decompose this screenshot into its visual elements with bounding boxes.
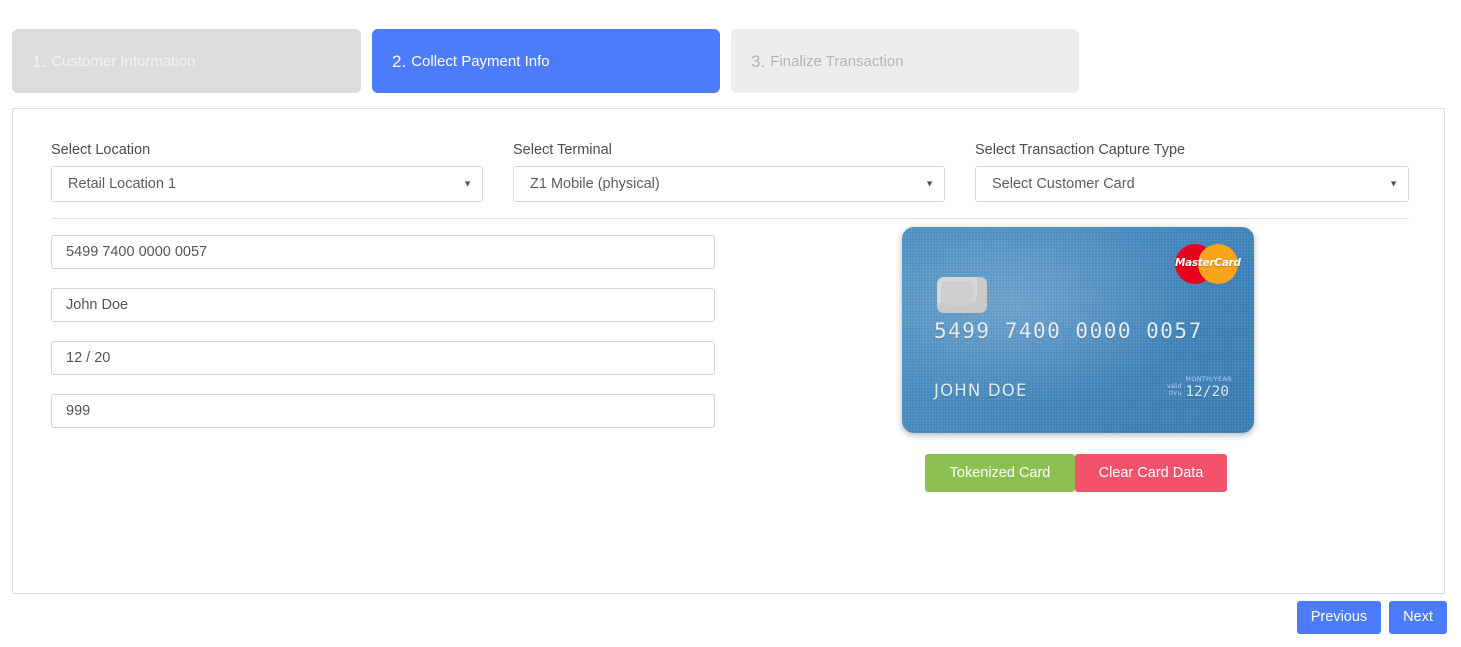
next-button[interactable]: Next [1389, 601, 1447, 634]
mastercard-logo-icon: MasterCard [1175, 244, 1241, 284]
wizard-step-finalize-transaction[interactable]: 3. Finalize Transaction [731, 29, 1079, 93]
select-capture-type-dropdown[interactable]: Select Customer Card ▼ [975, 166, 1409, 203]
wizard-step-collect-payment-info[interactable]: 2. Collect Payment Info [372, 29, 720, 93]
section-divider [51, 218, 1409, 219]
mastercard-brand-text: MasterCard [1175, 257, 1241, 269]
select-terminal-dropdown[interactable]: Z1 Mobile (physical) ▼ [513, 166, 945, 203]
select-capture-type-label: Select Transaction Capture Type [975, 142, 1186, 158]
selectors-row: Select Location Retail Location 1 ▼ Sele… [51, 142, 1409, 203]
chip-icon [937, 277, 987, 313]
select-terminal-label: Select Terminal [513, 142, 612, 158]
select-location-label: Select Location [51, 142, 151, 158]
payment-wizard-page: 1. Customer Information 2. Collect Payme… [0, 0, 1461, 647]
select-location-dropdown[interactable]: Retail Location 1 ▼ [51, 166, 483, 203]
chevron-down-icon: ▼ [925, 178, 934, 189]
step-label: Customer Information [51, 52, 196, 70]
card-action-buttons: Tokenized Card Clear Card Data [925, 454, 1227, 492]
credit-card-bottom-row: JOHN DOE valid thru MONTH/YEAR 12/20 [934, 375, 1232, 400]
step-number: 2. [392, 51, 407, 71]
select-terminal-value: Z1 Mobile (physical) [530, 176, 660, 193]
credit-card-valid-thru-label: valid thru [1166, 383, 1182, 397]
credit-card-holder-name: JOHN DOE [934, 381, 1028, 400]
chevron-down-icon: ▼ [463, 178, 472, 189]
card-number-input[interactable] [51, 235, 715, 269]
chevron-down-icon: ▼ [1389, 178, 1398, 189]
tokenized-card-button[interactable]: Tokenized Card [925, 454, 1075, 492]
wizard-step-customer-information[interactable]: 1. Customer Information [12, 29, 361, 93]
clear-card-data-button[interactable]: Clear Card Data [1075, 454, 1227, 492]
credit-card-expiry-value: 12/20 [1185, 384, 1229, 400]
select-location-value: Retail Location 1 [68, 176, 177, 193]
credit-card-month-year-label: MONTH/YEAR [1185, 375, 1232, 383]
step-label: Collect Payment Info [411, 52, 550, 70]
card-cvc-input[interactable] [51, 394, 715, 428]
field-select-location: Select Location Retail Location 1 ▼ [51, 142, 483, 203]
field-select-terminal: Select Terminal Z1 Mobile (physical) ▼ [513, 142, 945, 203]
field-select-capture-type: Select Transaction Capture Type Select C… [975, 142, 1409, 203]
previous-button[interactable]: Previous [1296, 601, 1382, 634]
select-capture-type-value: Select Customer Card [992, 176, 1135, 193]
step-number: 1. [32, 51, 47, 71]
payment-form-panel: Select Location Retail Location 1 ▼ Sele… [12, 108, 1445, 594]
step-number: 3. [751, 51, 766, 71]
wizard-steps: 1. Customer Information 2. Collect Payme… [12, 29, 1079, 93]
chip-inner-icon [941, 281, 973, 305]
card-name-input[interactable] [51, 288, 715, 322]
card-expiry-input[interactable] [51, 341, 715, 375]
card-entry-fields [51, 235, 715, 447]
wizard-navigation: Previous Next [1296, 601, 1447, 634]
credit-card-expiry-block: MONTH/YEAR 12/20 [1185, 375, 1232, 400]
credit-card-preview: MasterCard 5499 7400 0000 0057 JOHN DOE … [902, 227, 1254, 433]
credit-card-expiry-group: valid thru MONTH/YEAR 12/20 [1157, 375, 1232, 400]
step-label: Finalize Transaction [770, 52, 904, 70]
credit-card-number: 5499 7400 0000 0057 [934, 319, 1203, 343]
credit-card-front: MasterCard 5499 7400 0000 0057 JOHN DOE … [902, 227, 1254, 433]
